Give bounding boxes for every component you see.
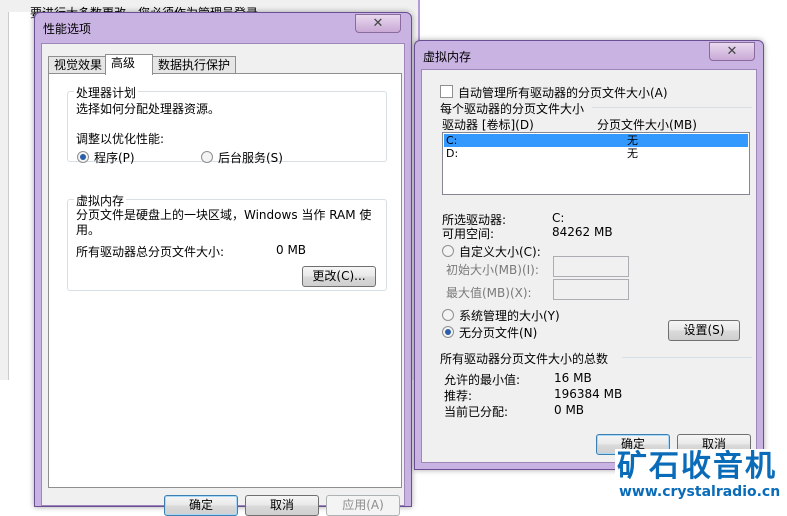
no-paging-file-label[interactable]: 无分页文件(N) bbox=[459, 324, 537, 341]
custom-size-label[interactable]: 自定义大小(C): bbox=[459, 243, 541, 260]
drive-paging-size: 无 bbox=[627, 134, 638, 147]
vm-client-area: 自动管理所有驱动器的分页文件大小(A) 每个驱动器的分页文件大小 驱动器 [卷标… bbox=[421, 69, 757, 463]
per-drive-group-title: 每个驱动器的分页文件大小 bbox=[440, 102, 585, 116]
free-space-label: 可用空间: bbox=[442, 227, 495, 241]
virtual-memory-description: 分页文件是硬盘上的一块区域，Windows 当作 RAM 使用。 bbox=[76, 208, 372, 237]
watermark: 矿石收音机 www.crystalradio.cn bbox=[615, 449, 787, 507]
min-allowed-label: 允许的最小值: bbox=[444, 373, 521, 387]
set-button[interactable]: 设置(S) bbox=[668, 320, 740, 341]
recommended-value: 196384 MB bbox=[554, 387, 623, 401]
drive-row-c[interactable]: C: 无 bbox=[444, 134, 748, 147]
allocated-value: 0 MB bbox=[554, 403, 585, 417]
perf-close-button[interactable]: ✕ bbox=[355, 14, 401, 33]
no-paging-file-radio[interactable] bbox=[442, 326, 454, 338]
virtual-memory-window: 虚拟内存 ✕ 自动管理所有驱动器的分页文件大小(A) 每个驱动器的分页文件大小 … bbox=[414, 40, 764, 470]
change-virtual-memory-button[interactable]: 更改(C)... bbox=[302, 266, 376, 287]
auto-manage-label[interactable]: 自动管理所有驱动器的分页文件大小(A) bbox=[458, 84, 668, 101]
cpu-scheduling-description: 选择如何分配处理器资源。 bbox=[76, 102, 221, 116]
drive-list[interactable]: C: 无 D: 无 bbox=[442, 132, 750, 195]
performance-options-window: 性能选项 ✕ 视觉效果 高级 数据执行保护 处理器计划 选择如何分配处理器资源。… bbox=[34, 12, 412, 516]
system-managed-radio[interactable] bbox=[442, 309, 454, 321]
selected-drive-value: C: bbox=[552, 211, 565, 225]
cpu-scheduling-group: 处理器计划 选择如何分配处理器资源。 调整以优化性能: 程序(P) 后台服务(S… bbox=[67, 84, 387, 165]
perf-client-area: 视觉效果 高级 数据执行保护 处理器计划 选择如何分配处理器资源。 调整以优化性… bbox=[41, 43, 405, 516]
tab-visual-effects[interactable]: 视觉效果 bbox=[48, 56, 106, 74]
tab-advanced[interactable]: 高级 bbox=[105, 54, 153, 75]
total-paging-size-label: 所有驱动器总分页文件大小: bbox=[76, 245, 225, 259]
advanced-tab-panel: 处理器计划 选择如何分配处理器资源。 调整以优化性能: 程序(P) 后台服务(S… bbox=[48, 73, 402, 488]
auto-manage-checkbox[interactable] bbox=[440, 85, 453, 98]
initial-size-label: 初始大小(MB)(I): bbox=[446, 263, 539, 277]
tab-data-execution-prevention[interactable]: 数据执行保护 bbox=[152, 56, 236, 74]
vm-window-title: 虚拟内存 bbox=[423, 50, 472, 64]
drive-column-header: 驱动器 [卷标](D) bbox=[442, 118, 534, 132]
max-size-input bbox=[553, 279, 629, 300]
background-services-radio-label[interactable]: 后台服务(S) bbox=[218, 149, 283, 166]
initial-size-input bbox=[553, 256, 629, 277]
free-space-value: 84262 MB bbox=[552, 225, 613, 239]
drive-paging-size: 无 bbox=[627, 147, 638, 160]
watermark-title: 矿石收音机 bbox=[617, 449, 777, 484]
total-paging-size-value: 0 MB bbox=[276, 243, 307, 257]
adjust-performance-label: 调整以优化性能: bbox=[76, 132, 165, 146]
vm-titlebar[interactable]: 虚拟内存 ✕ bbox=[415, 41, 763, 71]
per-drive-group-line bbox=[592, 107, 752, 108]
recommended-label: 推荐: bbox=[444, 389, 473, 403]
perf-apply-button: 应用(A) bbox=[326, 495, 400, 516]
system-managed-label[interactable]: 系统管理的大小(Y) bbox=[459, 307, 560, 324]
cpu-scheduling-title: 处理器计划 bbox=[74, 84, 139, 101]
drive-row-d[interactable]: D: 无 bbox=[444, 147, 748, 160]
totals-group-title: 所有驱动器分页文件大小的总数 bbox=[440, 352, 609, 366]
min-allowed-value: 16 MB bbox=[554, 371, 592, 385]
max-size-label: 最大值(MB)(X): bbox=[446, 286, 532, 300]
programs-radio[interactable] bbox=[77, 151, 89, 163]
perf-ok-button[interactable]: 确定 bbox=[164, 495, 238, 516]
totals-group-line bbox=[622, 357, 752, 358]
background-services-radio[interactable] bbox=[201, 151, 213, 163]
perf-window-title: 性能选项 bbox=[43, 22, 92, 36]
perf-titlebar[interactable]: 性能选项 ✕ bbox=[35, 13, 411, 43]
virtual-memory-title: 虚拟内存 bbox=[74, 192, 127, 209]
custom-size-radio[interactable] bbox=[442, 245, 454, 257]
allocated-label: 当前已分配: bbox=[444, 405, 509, 419]
programs-radio-label[interactable]: 程序(P) bbox=[94, 149, 135, 166]
size-column-header: 分页文件大小(MB) bbox=[597, 118, 697, 132]
drive-letter: C: bbox=[446, 134, 458, 147]
virtual-memory-group: 虚拟内存 分页文件是硬盘上的一块区域，Windows 当作 RAM 使用。 所有… bbox=[67, 192, 387, 291]
watermark-url: www.crystalradio.cn bbox=[619, 484, 781, 500]
vm-close-button[interactable]: ✕ bbox=[709, 42, 755, 61]
perf-cancel-button[interactable]: 取消 bbox=[245, 495, 319, 516]
drive-letter: D: bbox=[446, 147, 459, 160]
